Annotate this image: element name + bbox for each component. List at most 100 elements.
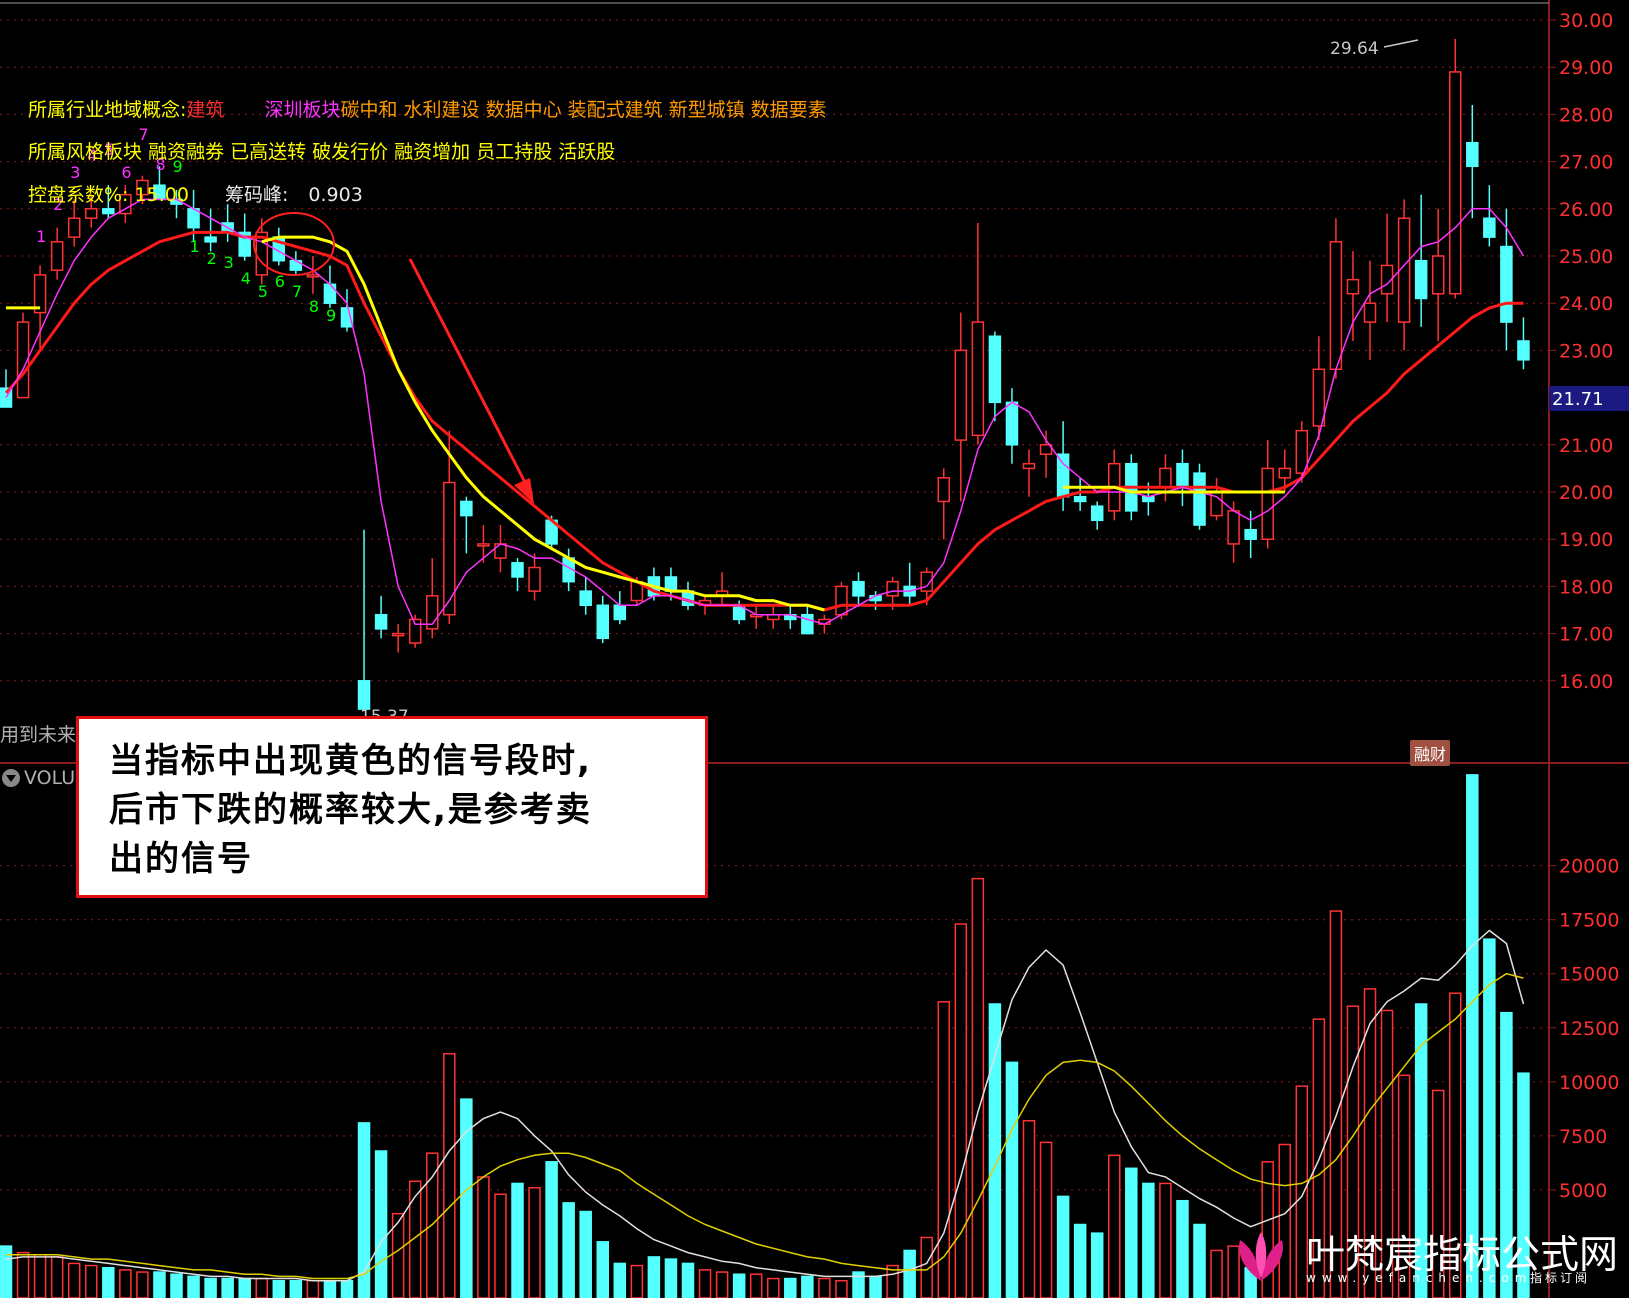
volume-bar-down [340, 1279, 354, 1298]
volume-bar-down [153, 1271, 166, 1298]
volume-bar-up [136, 1271, 149, 1298]
volume-bar-down [170, 1273, 183, 1298]
volume-bar-down [732, 1273, 746, 1298]
candle-up [835, 585, 848, 616]
volume-bar-down [1142, 1182, 1155, 1298]
volume-bar-up [85, 1264, 98, 1298]
price-tick-label: 20.00 [1559, 482, 1613, 504]
volume-bar-up [1159, 1182, 1172, 1298]
volume-bar-down [579, 1210, 592, 1298]
candle-up [886, 580, 899, 597]
candle-up [1329, 241, 1343, 371]
price-tick-label: 16.00 [1559, 671, 1613, 693]
price-tick-label: 24.00 [1559, 293, 1613, 315]
candle-up [494, 543, 507, 559]
volume-bar-down [0, 1245, 13, 1298]
candle-down [204, 236, 217, 243]
price-tick-label: 18.00 [1559, 576, 1613, 598]
style-values: 融资融券 已高送转 破发行价 融资增加 员工持股 活跃股 [148, 141, 616, 163]
volume-bar-up [937, 1001, 950, 1298]
candle-down [579, 590, 592, 607]
volume-bar-up [1108, 1154, 1121, 1298]
candle-up [1449, 71, 1462, 295]
volume-tick-label: 5000 [1559, 1180, 1607, 1202]
candle-down [460, 500, 473, 517]
candle-down [1090, 505, 1104, 522]
candle-up [85, 208, 98, 219]
volume-title: VOLU [24, 767, 76, 789]
volume-bar-down [988, 1003, 1002, 1298]
count-label-green: 4 [241, 269, 251, 288]
volume-bar-down [903, 1249, 916, 1298]
volume-bar-down [1125, 1167, 1138, 1298]
volume-bar-down [596, 1241, 609, 1298]
candle-up [1022, 462, 1036, 470]
count-label-green: 9 [326, 306, 336, 325]
price-tick-label: 30.00 [1559, 10, 1613, 32]
candle-down [1517, 340, 1530, 361]
price-tick-label: 28.00 [1559, 104, 1613, 126]
candle-down [1244, 529, 1257, 540]
finance-badge[interactable]: 融财 [1410, 740, 1451, 766]
count-label-green: 5 [258, 282, 268, 301]
candle-up [1363, 302, 1377, 323]
candle-down [357, 680, 371, 710]
volume-bar-down [801, 1275, 814, 1298]
candle-up [477, 543, 490, 547]
volume-bar-down [187, 1275, 200, 1298]
candle-up [67, 217, 81, 238]
control-label: 控盘系数%: [28, 184, 129, 206]
volume-bar-down [204, 1277, 217, 1298]
volume-bar-down [1193, 1223, 1206, 1298]
candle-up [528, 566, 541, 592]
volume-bar-up [1039, 1141, 1053, 1298]
volume-bar-up [494, 1193, 507, 1298]
candle-down [1414, 259, 1428, 300]
volume-bar-up [443, 1052, 456, 1298]
volume-tick-label: 17500 [1559, 910, 1619, 932]
candle-down [1500, 245, 1513, 323]
candle-up [1159, 467, 1172, 489]
volume-bar-down [1005, 1061, 1019, 1298]
candle-down [102, 208, 115, 215]
candle-up [954, 349, 968, 441]
high-price-label: 29.64 [1330, 39, 1379, 59]
count-label-magenta: 1 [36, 227, 46, 246]
ma-red-line [4, 230, 1524, 612]
volume-bar-down [869, 1275, 882, 1298]
watermark-tag: 指标订阅 [1530, 1271, 1591, 1285]
volume-tick-label: 7500 [1559, 1126, 1607, 1148]
candle-up [1431, 255, 1445, 295]
candle-down [988, 335, 1002, 404]
candle-up [391, 632, 405, 637]
price-tick-label: 29.00 [1559, 57, 1613, 79]
volume-bar-up [50, 1256, 64, 1298]
candle-up [1346, 278, 1360, 295]
trend-arrow-line [408, 258, 534, 497]
candle-down [511, 562, 524, 578]
candle-up [1261, 467, 1274, 540]
callout-line-2: 后市下跌的概率较大,是参考卖 [109, 790, 592, 830]
volume-bar-down [664, 1258, 678, 1298]
volume-bar-up [119, 1269, 132, 1298]
volume-bar-up [698, 1269, 712, 1298]
volume-bar-down [1056, 1195, 1070, 1298]
count-label-green: 3 [224, 253, 234, 272]
price-tick-label: 17.00 [1559, 624, 1613, 646]
volume-tick-label: 15000 [1559, 964, 1619, 986]
price-tick-label: 21.00 [1559, 435, 1613, 457]
control-line: 控盘系数%: 15.00 筹码峰: 0.903 [28, 180, 363, 207]
callout-line-3: 出的信号 [109, 839, 253, 879]
candle-down [1483, 217, 1496, 238]
volume-bar-down [272, 1279, 286, 1298]
volume-bar-up [255, 1277, 268, 1298]
candle-down [596, 604, 609, 640]
style-line: 所属风格板块 融资融券 已高送转 破发行价 融资增加 员工持股 活跃股 [28, 137, 615, 164]
candle-up [937, 477, 950, 503]
volume-bar-down [1176, 1199, 1189, 1298]
region-value: 深圳板块 [264, 99, 341, 121]
volume-bar-up [528, 1187, 541, 1298]
candle-down [1176, 462, 1189, 489]
chip-peak-label: 筹码峰: [224, 184, 289, 206]
control-value: 15.00 [134, 184, 189, 206]
